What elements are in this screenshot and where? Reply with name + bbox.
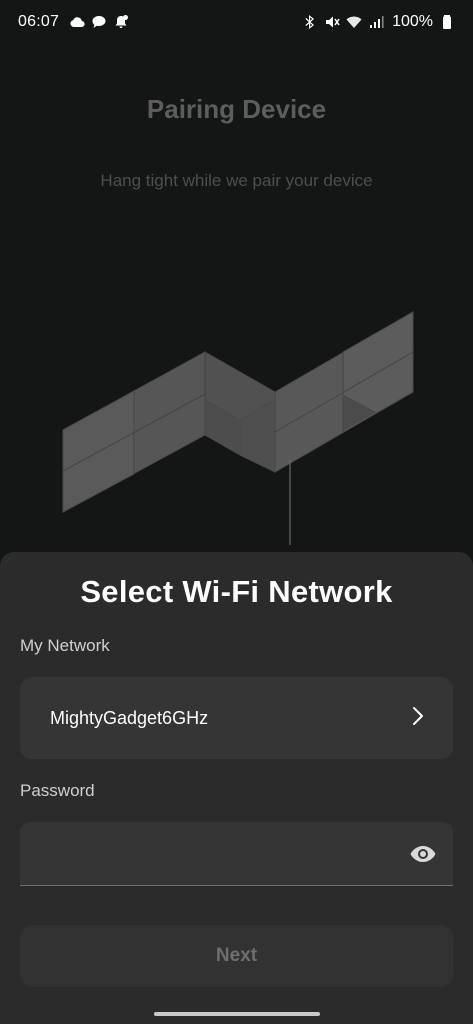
status-time: 06:07	[18, 13, 60, 30]
next-button[interactable]: Next	[20, 925, 453, 987]
screen: 06:07 100% Pairing Device Hang tight whi…	[0, 0, 473, 1024]
wifi-icon	[346, 14, 362, 30]
status-bar: 06:07 100%	[0, 0, 473, 44]
light-panels-illustration	[0, 300, 473, 560]
mute-icon	[324, 14, 340, 30]
home-indicator[interactable]	[154, 1012, 320, 1016]
network-value: MightyGadget6GHz	[50, 707, 209, 728]
status-right: 100%	[302, 13, 455, 31]
signal-icon	[368, 14, 384, 30]
network-label: My Network	[20, 636, 110, 655]
password-label: Password	[20, 781, 95, 800]
network-selector[interactable]: MightyGadget6GHz	[20, 677, 453, 759]
cloud-icon	[69, 14, 85, 30]
password-input[interactable]	[20, 822, 399, 885]
pairing-subtitle: Hang tight while we pair your device	[100, 171, 373, 190]
password-field	[20, 822, 453, 886]
eye-icon[interactable]	[399, 830, 447, 878]
sheet-title: Select Wi-Fi Network	[80, 574, 393, 609]
battery-icon	[439, 14, 455, 30]
bluetooth-icon	[302, 14, 318, 30]
wifi-bottom-sheet: Select Wi-Fi Network My Network MightyGa…	[0, 552, 473, 1024]
status-left: 06:07	[18, 13, 129, 31]
pairing-title: Pairing Device	[146, 94, 327, 124]
chat-bubble-icon	[91, 14, 107, 30]
notification-bell-icon	[113, 14, 129, 30]
battery-percent: 100%	[392, 13, 433, 30]
chevron-right-icon	[411, 706, 425, 731]
